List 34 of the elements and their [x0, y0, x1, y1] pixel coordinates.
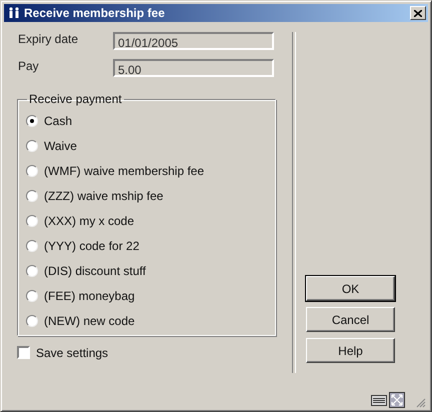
field-label: Pay: [17, 59, 40, 73]
checkbox[interactable]: [17, 346, 30, 359]
checkbox-label[interactable]: Save settings: [36, 346, 108, 360]
resize-grip-icon[interactable]: [415, 397, 426, 408]
radio-button[interactable]: [26, 164, 38, 176]
dialog-button[interactable]: Cancel: [306, 307, 395, 332]
radio-button[interactable]: [26, 264, 38, 276]
option-label[interactable]: Waive: [44, 138, 77, 152]
radio-button[interactable]: [26, 214, 38, 226]
input-field[interactable]: 01/01/2005: [113, 32, 274, 50]
group-title: Receive payment: [28, 92, 123, 106]
radio-button[interactable]: [26, 290, 38, 302]
radio-button[interactable]: [26, 140, 38, 152]
radio-button[interactable]: [26, 314, 38, 326]
figures-icon: [7, 6, 21, 20]
window-title: Receive membership fee: [24, 6, 166, 20]
radio-button[interactable]: [26, 114, 38, 126]
option-label[interactable]: (FEE) moneybag: [44, 288, 135, 302]
field-label: Expiry date: [17, 32, 80, 46]
keyboard-icon[interactable]: [371, 394, 387, 406]
dialog-button[interactable]: Help: [306, 338, 395, 363]
close-icon[interactable]: [414, 10, 422, 16]
option-label[interactable]: (NEW) new code: [44, 314, 135, 328]
option-label[interactable]: (DIS) discount stuff: [44, 264, 146, 278]
option-label[interactable]: (YYY) code for 22: [44, 238, 140, 252]
radio-button[interactable]: [26, 240, 38, 252]
option-label[interactable]: (ZZZ) waive mship fee: [44, 188, 164, 202]
dialog-button[interactable]: OK: [306, 276, 395, 301]
input-field[interactable]: 5.00: [113, 59, 274, 77]
close-button[interactable]: [410, 6, 426, 20]
option-label[interactable]: (XXX) my x code: [44, 214, 134, 228]
option-label[interactable]: (WMF) waive membership fee: [44, 164, 204, 178]
option-label[interactable]: Cash: [44, 114, 72, 128]
radio-button[interactable]: [26, 190, 38, 202]
